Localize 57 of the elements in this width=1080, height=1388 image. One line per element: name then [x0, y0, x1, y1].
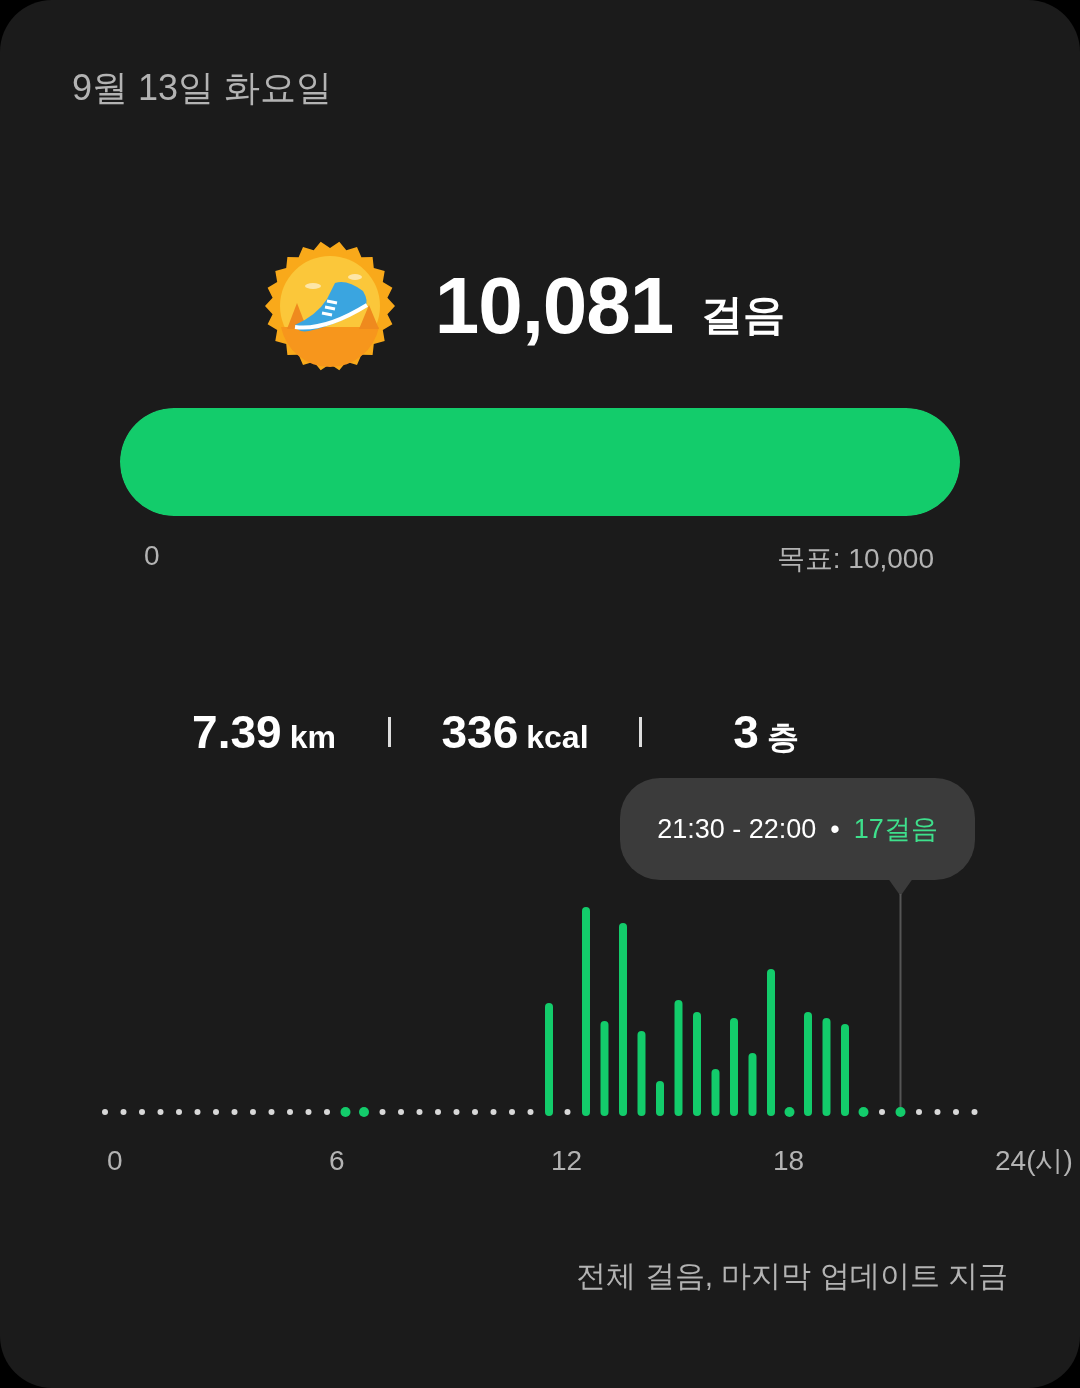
chart-point — [139, 1109, 145, 1115]
chart-point — [176, 1109, 182, 1115]
chart-point — [379, 1109, 386, 1115]
stat-unit: 층 — [766, 717, 799, 757]
update-note: 전체 걸음, 마지막 업데이트 지금 — [576, 1258, 1008, 1294]
chart-point — [953, 1109, 959, 1115]
chart-point — [268, 1109, 275, 1115]
chart-point — [102, 1109, 108, 1115]
date-title: 9월 13일 화요일 — [71, 66, 334, 110]
chart-bar — [711, 1069, 720, 1116]
chart-point — [509, 1109, 515, 1115]
chart-point — [231, 1109, 238, 1115]
chart-point — [527, 1109, 534, 1115]
chart-bar — [656, 1081, 664, 1116]
stat-unit: km — [289, 719, 336, 756]
chart-point — [194, 1109, 201, 1115]
axis-label: 18 — [773, 1145, 805, 1176]
chart-point — [934, 1109, 941, 1115]
chart-point — [916, 1109, 922, 1115]
step-count: 10,081 — [434, 260, 674, 352]
chart-point — [879, 1109, 885, 1115]
chart-point — [416, 1109, 423, 1115]
chart-point — [213, 1109, 219, 1115]
chart-point — [784, 1107, 795, 1117]
chart-point — [472, 1109, 478, 1115]
shoe-badge-icon — [264, 241, 395, 371]
chart-point — [157, 1109, 164, 1115]
stat-value: 3 — [733, 704, 759, 759]
chart-point — [895, 1107, 906, 1117]
chart-point — [858, 1107, 869, 1117]
separator-dot: • — [830, 813, 840, 845]
axis-label: 24(시) — [995, 1145, 1073, 1176]
chart-point — [435, 1109, 441, 1115]
chart-point — [564, 1109, 571, 1115]
stat-value: 7.39 — [192, 705, 282, 759]
chart-point — [359, 1107, 369, 1117]
interval-steps: 17걸음 — [853, 811, 938, 847]
chart-point — [490, 1109, 497, 1115]
chart-point — [971, 1109, 978, 1115]
axis-label: 0 — [107, 1145, 123, 1176]
time-range: 21:30 - 22:00 — [657, 813, 817, 845]
axis-label: 6 — [329, 1145, 345, 1176]
step-unit: 걸음 — [701, 290, 786, 340]
chart-point — [305, 1109, 312, 1115]
chart-point — [340, 1107, 351, 1117]
stat-unit: kcal — [526, 719, 589, 756]
progress-start-label: 0 — [144, 540, 160, 573]
axis-label: 12 — [551, 1145, 583, 1176]
goal-label: 목표: 10,000 — [776, 542, 934, 576]
stat-value: 336 — [441, 705, 519, 759]
chart-point — [287, 1109, 293, 1115]
chart-point — [324, 1109, 330, 1115]
chart-point — [398, 1109, 404, 1115]
chart-point — [250, 1109, 256, 1115]
chart-point — [120, 1109, 127, 1115]
chart-point — [453, 1109, 460, 1115]
chart-bar — [748, 1053, 757, 1116]
